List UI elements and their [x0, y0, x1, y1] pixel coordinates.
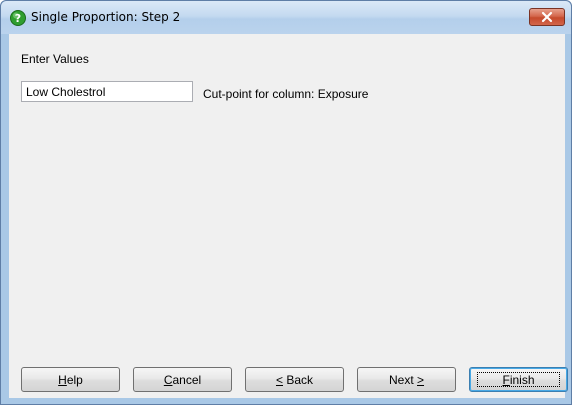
next-mnemonic: >: [417, 372, 425, 387]
back-button[interactable]: < Back: [245, 367, 344, 392]
enter-values-label: Enter Values: [21, 52, 89, 66]
cancel-button[interactable]: Cancel: [133, 367, 232, 392]
dialog-body: Enter Values Cut-point for column: Expos…: [9, 34, 568, 398]
finish-mnemonic: F: [502, 372, 510, 387]
next-button[interactable]: Next >: [357, 367, 456, 392]
cutpoint-label: Cut-point for column: Exposure: [203, 87, 369, 101]
next-label-pre: Next: [388, 372, 417, 387]
window-title: Single Proportion: Step 2: [31, 10, 181, 24]
help-button[interactable]: Help: [21, 367, 120, 392]
focus-rectangle: Finish: [477, 372, 560, 387]
svg-text:?: ?: [15, 12, 21, 25]
cancel-mnemonic: C: [163, 372, 173, 387]
close-button[interactable]: [529, 8, 565, 26]
close-icon: [541, 11, 553, 23]
title-bar[interactable]: ? Single Proportion: Step 2: [1, 1, 571, 34]
dialog-window: ? Single Proportion: Step 2 Enter Values…: [0, 0, 572, 405]
finish-label-rest: inish: [509, 372, 535, 387]
finish-button[interactable]: Finish: [469, 367, 568, 392]
cancel-label-rest: ancel: [172, 372, 202, 387]
help-mnemonic: H: [58, 372, 67, 387]
help-question-icon: ?: [10, 10, 26, 26]
help-label-rest: elp: [66, 372, 83, 387]
back-label-rest: Back: [283, 372, 314, 387]
back-mnemonic: <: [275, 372, 283, 387]
cutpoint-value-input[interactable]: [21, 81, 193, 102]
